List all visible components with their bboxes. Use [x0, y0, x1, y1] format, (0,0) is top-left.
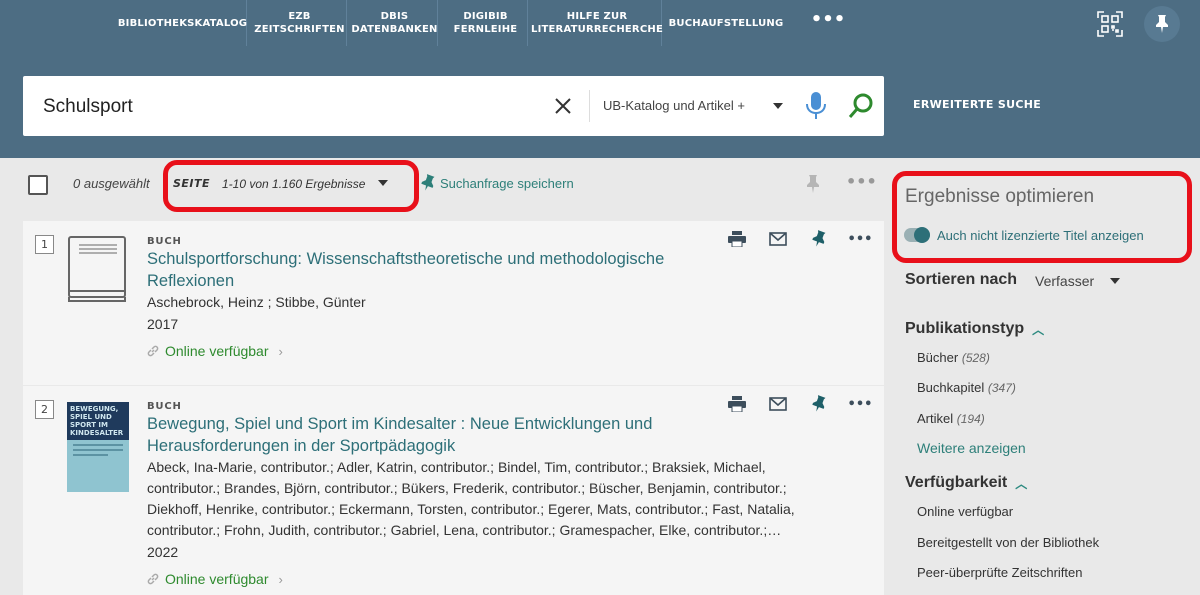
nav-label: BIBLIOTHEKSKATALOG	[117, 17, 248, 29]
facet-item-online[interactable]: Online verfügbar	[917, 504, 1013, 519]
sort-select[interactable]: Verfasser	[1035, 273, 1094, 289]
facet-label: Buchkapitel	[917, 380, 985, 395]
pin-icon[interactable]	[1144, 6, 1180, 42]
facet-label: Peer-überprüfte Zeitschriften	[917, 565, 1083, 580]
nav-label: BUCHAUFSTELLUNG	[668, 17, 784, 29]
qr-code-icon[interactable]	[1094, 8, 1126, 40]
facet-heading: Verfügbarkeit	[905, 474, 1008, 491]
link-icon	[147, 345, 159, 357]
result-number[interactable]: 2	[35, 400, 54, 419]
availability-link[interactable]: Online verfügbar ›	[147, 343, 283, 359]
search-area: Schulsport UB-Katalog und Artikel + ERWE…	[0, 52, 1200, 158]
select-all-checkbox[interactable]	[28, 175, 48, 195]
nav-label: DIGIBIB FERNLEIHE	[453, 11, 518, 35]
more-options-icon[interactable]: •••	[848, 229, 873, 249]
nav-ezb-zeitschriften[interactable]: EZB ZEITSCHRIFTEN	[253, 0, 347, 46]
nav-label: EZB ZEITSCHRIFTEN	[254, 11, 345, 35]
advanced-search-link[interactable]: ERWEITERTE SUCHE	[913, 98, 1041, 111]
facet-item-artikel[interactable]: Artikel (194)	[917, 411, 985, 426]
pin-icon	[421, 174, 435, 191]
facet-item-peer-reviewed[interactable]: Peer-überprüfte Zeitschriften	[917, 565, 1082, 580]
result-card[interactable]: 1 BUCH Schulsportforschung: Wissenschaft…	[23, 221, 884, 385]
show-more-link[interactable]: Weitere anzeigen	[917, 440, 1026, 456]
chevron-down-icon[interactable]	[773, 103, 783, 109]
result-type: BUCH	[147, 236, 182, 247]
book-icon	[67, 235, 129, 305]
nav-hilfe-literaturrecherche[interactable]: HILFE ZUR LITERATURRECHERCHE	[531, 0, 663, 46]
highlight-box	[163, 160, 419, 212]
chevron-up-icon: ︿	[1015, 476, 1028, 491]
facet-item-buchkapitel[interactable]: Buchkapitel (347)	[917, 380, 1016, 395]
search-scope-select[interactable]: UB-Katalog und Artikel +	[603, 98, 745, 113]
cover-title: BEWEGUNG, SPIEL UND SPORT IM KINDESALTER	[67, 402, 129, 440]
save-query-button[interactable]: Suchanfrage speichern	[420, 174, 574, 192]
facet-count: (194)	[956, 412, 985, 426]
result-card[interactable]: 2 BEWEGUNG, SPIEL UND SPORT IM KINDESALT…	[23, 386, 884, 595]
chevron-right-icon: ›	[278, 343, 283, 359]
facet-item-buecher[interactable]: Bücher (528)	[917, 350, 990, 365]
chevron-up-icon: ︿	[1032, 322, 1045, 337]
chevron-right-icon: ›	[278, 571, 283, 587]
results-toolbar: 0 ausgewählt SEITE 1-10 von 1.160 Ergebn…	[0, 158, 884, 220]
result-title[interactable]: Bewegung, Spiel und Sport im Kindesalter…	[147, 413, 707, 457]
search-icon[interactable]	[847, 92, 875, 120]
result-title[interactable]: Schulsportforschung: Wissenschaftstheore…	[147, 248, 707, 292]
sort-label: Sortieren nach	[905, 271, 1018, 288]
facet-publikationstyp[interactable]: Publikationstyp ︿	[905, 320, 1044, 338]
nav-bibliothekskatalog[interactable]: BIBLIOTHEKSKATALOG	[117, 0, 248, 46]
availability-link[interactable]: Online verfügbar ›	[147, 571, 283, 587]
cover-lines	[73, 444, 123, 459]
more-options-icon[interactable]: •••	[846, 172, 877, 191]
result-type: BUCH	[147, 401, 182, 412]
chevron-down-icon[interactable]	[1110, 278, 1120, 284]
email-icon[interactable]	[768, 229, 788, 249]
result-number[interactable]: 1	[35, 235, 54, 254]
pin-icon[interactable]	[804, 174, 822, 194]
refine-results-sidebar: Ergebnisse optimieren Auch nicht lizenzi…	[884, 158, 1200, 595]
nav-label: DBIS DATENBANKEN	[351, 11, 438, 35]
top-navigation: BIBLIOTHEKSKATALOG EZB ZEITSCHRIFTEN DBI…	[0, 0, 1200, 52]
save-query-label: Suchanfrage speichern	[440, 175, 574, 191]
result-actions: •••	[727, 229, 873, 249]
search-input[interactable]: Schulsport	[43, 96, 133, 118]
more-options-icon[interactable]: •••	[848, 394, 873, 414]
link-icon	[147, 573, 159, 585]
facet-heading: Publikationstyp	[905, 320, 1025, 337]
availability-label: Online verfügbar	[165, 343, 269, 359]
pin-icon[interactable]	[809, 394, 829, 414]
result-actions: •••	[727, 394, 873, 414]
nav-more-button[interactable]: •••	[808, 10, 848, 38]
divider	[589, 90, 590, 122]
facet-label: Artikel	[917, 411, 954, 426]
book-cover-image: BEWEGUNG, SPIEL UND SPORT IM KINDESALTER	[67, 402, 129, 492]
clear-icon[interactable]	[552, 95, 574, 117]
print-icon[interactable]	[727, 229, 747, 249]
email-icon[interactable]	[768, 394, 788, 414]
selected-count: 0 ausgewählt	[73, 176, 150, 191]
nav-dbis-datenbanken[interactable]: DBIS DATENBANKEN	[351, 0, 438, 46]
facet-label: Online verfügbar	[917, 504, 1014, 519]
result-authors: Aschebrock, Heinz ; Stibbe, Günter	[147, 294, 366, 310]
pin-icon[interactable]	[809, 229, 829, 249]
facet-item-bibliothek[interactable]: Bereitgestellt von der Bibliothek	[917, 535, 1099, 550]
microphone-icon[interactable]	[805, 91, 827, 121]
result-year: 2022	[147, 544, 179, 560]
search-box: Schulsport UB-Katalog und Artikel +	[23, 76, 884, 136]
facet-count: (528)	[961, 351, 990, 365]
availability-label: Online verfügbar	[165, 571, 269, 587]
highlight-box	[892, 171, 1192, 263]
facet-label: Bereitgestellt von der Bibliothek	[917, 535, 1100, 550]
print-icon[interactable]	[727, 394, 747, 414]
nav-label: HILFE ZUR LITERATURRECHERCHE	[531, 11, 663, 35]
result-authors: Abeck, Ina-Marie, contributor.; Adler, K…	[147, 459, 795, 538]
result-year: 2017	[147, 316, 179, 332]
nav-buchaufstellung[interactable]: BUCHAUFSTELLUNG	[667, 0, 785, 46]
facet-count: (347)	[987, 381, 1016, 395]
nav-digibib-fernleihe[interactable]: DIGIBIB FERNLEIHE	[444, 0, 528, 46]
facet-label: Bücher	[917, 350, 959, 365]
facet-verfuegbarkeit[interactable]: Verfügbarkeit ︿	[905, 474, 1027, 492]
